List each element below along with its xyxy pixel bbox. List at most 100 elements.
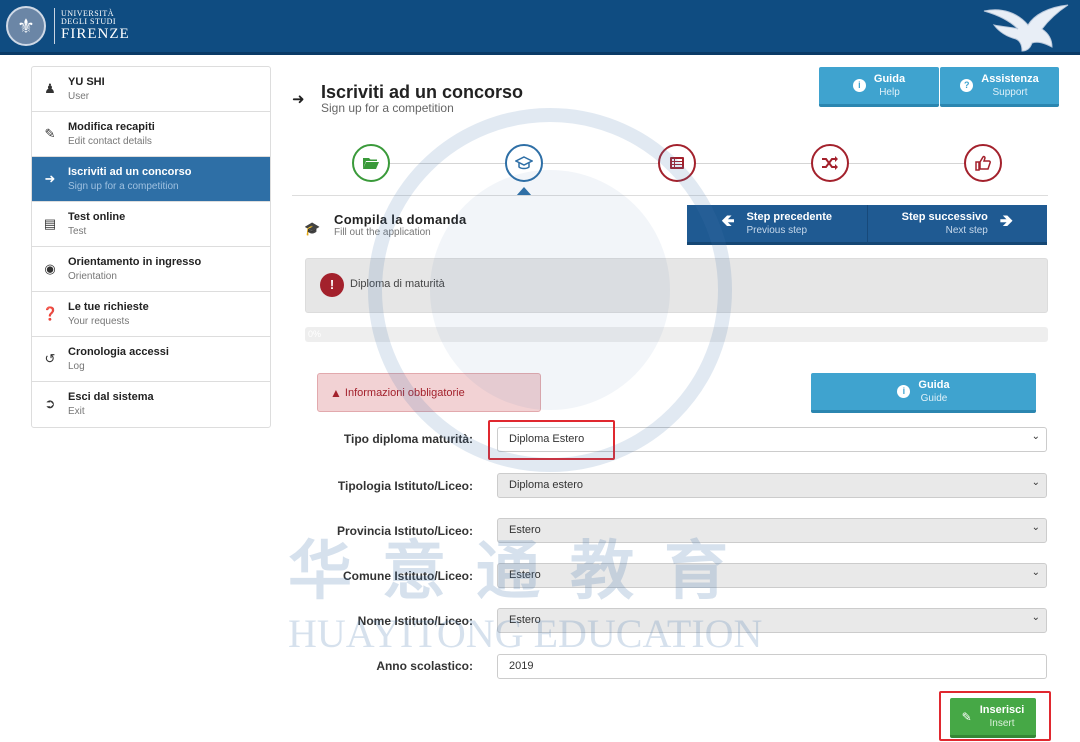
chevron-down-icon: ⌄ [1031, 477, 1040, 488]
chevron-down-icon: ⌄ [1031, 567, 1040, 578]
institute-city-select[interactable]: Estero ⌄ [497, 563, 1047, 588]
school-year-input[interactable]: 2019 [497, 654, 1047, 679]
previous-step-subtitle: Previous step [746, 224, 808, 236]
next-step-button[interactable]: Step successivo Next step 🡺 [866, 205, 1047, 245]
institute-province-label: Provincia Istituto/Liceo: [336, 524, 473, 538]
diploma-type-label: Tipo diploma maturità: [343, 432, 473, 446]
sidebar-item-signup-competition[interactable]: ➜ Iscriviti ad un concorso Sign up for a… [32, 157, 270, 202]
sidebar-item-subtitle: Exit [68, 406, 85, 417]
next-step-label: Step successivo Next step [902, 211, 988, 237]
step-5[interactable] [964, 144, 1002, 182]
compass-icon: ◉ [44, 261, 56, 276]
previous-step-button[interactable]: 🡸 Step precedente Previous step [687, 205, 867, 245]
question-icon: ? [960, 79, 974, 92]
graduation-cap-icon: 🎓 [304, 221, 321, 236]
institute-province-select[interactable]: Estero ⌄ [497, 518, 1047, 543]
sidebar-item-exit[interactable]: ➲ Esci dal sistema Exit [32, 382, 270, 427]
thumbs-up-icon [975, 155, 991, 171]
step-4[interactable] [811, 144, 849, 182]
support-button-label: Assistenza Support [981, 72, 1038, 100]
required-info-text: Informazioni obbligatorie [344, 386, 465, 399]
warning-icon: ▲ [330, 385, 342, 400]
sidebar-item-subtitle: Edit contact details [68, 136, 152, 147]
institute-name-select[interactable]: Estero ⌄ [497, 608, 1047, 633]
institute-city-value: Estero [509, 569, 541, 581]
support-button-subtitle: Support [992, 86, 1028, 98]
eagle-icon [983, 4, 1069, 52]
support-button[interactable]: ? Assistenza Support [940, 67, 1059, 107]
school-year-label: Anno scolastico: [376, 659, 473, 673]
edit-icon: ✎ [44, 126, 56, 141]
sidebar-item-subtitle: Orientation [68, 271, 117, 282]
folder-open-icon [363, 158, 379, 169]
info-icon: i [897, 385, 911, 398]
warning-icon: ! [320, 273, 344, 297]
sidebar-item-title: Iscriviti ad un concorso [68, 166, 192, 178]
sidebar-item-title: Orientamento in ingresso [68, 256, 202, 268]
sidebar-item-title: Le tue richieste [68, 301, 149, 313]
section-alert: ! Diploma di maturità [305, 258, 1048, 313]
graduation-cap-icon [515, 156, 533, 170]
university-logo[interactable]: ⚜ UNIVERSITÀ DEGLI STUDI FIRENZE [6, 6, 130, 46]
shuffle-icon [822, 156, 838, 170]
sidebar-item-edit-contacts[interactable]: ✎ Modifica recapiti Edit contact details [32, 112, 270, 157]
sidebar: ♟ YU SHI User ✎ Modifica recapiti Edit c… [31, 66, 271, 428]
highlight-diploma-type [488, 420, 615, 460]
guide-button-title: Guida [918, 378, 950, 391]
sidebar-item-access-log[interactable]: ↺ Cronologia accessi Log [32, 337, 270, 382]
info-icon: i [852, 79, 866, 92]
sign-in-icon: ➜ [44, 171, 56, 186]
sidebar-item-subtitle: Log [68, 361, 85, 372]
required-info-box: ▲ Informazioni obbligatorie [317, 373, 541, 412]
steps-divider [292, 195, 1048, 196]
sidebar-item-orientation[interactable]: ◉ Orientamento in ingresso Orientation [32, 247, 270, 292]
sign-in-icon: ➜ [292, 91, 305, 108]
guide-button-label: Guida Guide [918, 378, 949, 406]
page-subtitle: Sign up for a competition [321, 101, 454, 115]
sidebar-item-subtitle: User [68, 91, 90, 102]
section-title: Compila la domanda [334, 212, 467, 227]
sidebar-item-title: Modifica recapiti [68, 121, 155, 133]
step-2-current[interactable] [505, 144, 543, 182]
sidebar-item-title: YU SHI [68, 76, 105, 88]
chevron-down-icon: ⌄ [1031, 431, 1040, 442]
sidebar-item-title: Cronologia accessi [68, 346, 169, 358]
progress-bar: 0% [305, 327, 1048, 342]
sidebar-item-title: Esci dal sistema [68, 391, 154, 403]
arrow-right-icon: 🡺 [999, 213, 1013, 230]
institute-province-value: Estero [509, 524, 541, 536]
institute-name-label: Nome Istituto/Liceo: [357, 614, 473, 628]
next-step-subtitle: Next step [945, 224, 988, 236]
sidebar-item-requests[interactable]: ❓ Le tue richieste Your requests [32, 292, 270, 337]
history-icon: ↺ [44, 351, 56, 366]
help-button[interactable]: i Guida Help [819, 67, 939, 107]
support-button-title: Assistenza [981, 72, 1039, 85]
sidebar-item-title: Test online [68, 211, 126, 223]
institute-name-value: Estero [509, 614, 541, 626]
list-icon: ▤ [43, 216, 57, 231]
highlight-insert-button [939, 691, 1051, 741]
help-button-title: Guida [873, 72, 906, 85]
sidebar-item-test-online[interactable]: ▤ Test online Test [32, 202, 270, 247]
page-title: Iscriviti ad un concorso [321, 82, 524, 102]
sidebar-item-subtitle: Test [68, 226, 87, 237]
help-button-label: Guida Help [874, 72, 905, 100]
help-button-subtitle: Help [879, 86, 900, 98]
guide-button-subtitle: Guide [920, 392, 948, 404]
arrow-left-icon: 🡸 [721, 213, 735, 230]
sidebar-item-subtitle: Your requests [68, 316, 130, 327]
step-3[interactable] [658, 144, 696, 182]
step-1[interactable] [352, 144, 390, 182]
logo-line-2: DEGLI STUDI [61, 17, 117, 26]
sidebar-item-user[interactable]: ♟ YU SHI User [32, 67, 270, 112]
logo-line-3: FIRENZE [61, 26, 130, 42]
alert-text: Diploma di maturità [350, 278, 445, 290]
guide-button[interactable]: i Guida Guide [811, 373, 1036, 413]
logout-icon: ➲ [44, 396, 56, 411]
institute-type-label: Tipologia Istituto/Liceo: [337, 479, 473, 493]
institute-type-value: Diploma estero [509, 479, 583, 491]
previous-step-title: Step precedente [746, 210, 833, 223]
institute-type-select[interactable]: Diploma estero ⌄ [497, 473, 1047, 498]
progress-label: 0% [308, 329, 322, 339]
chevron-down-icon: ⌄ [1031, 522, 1040, 533]
